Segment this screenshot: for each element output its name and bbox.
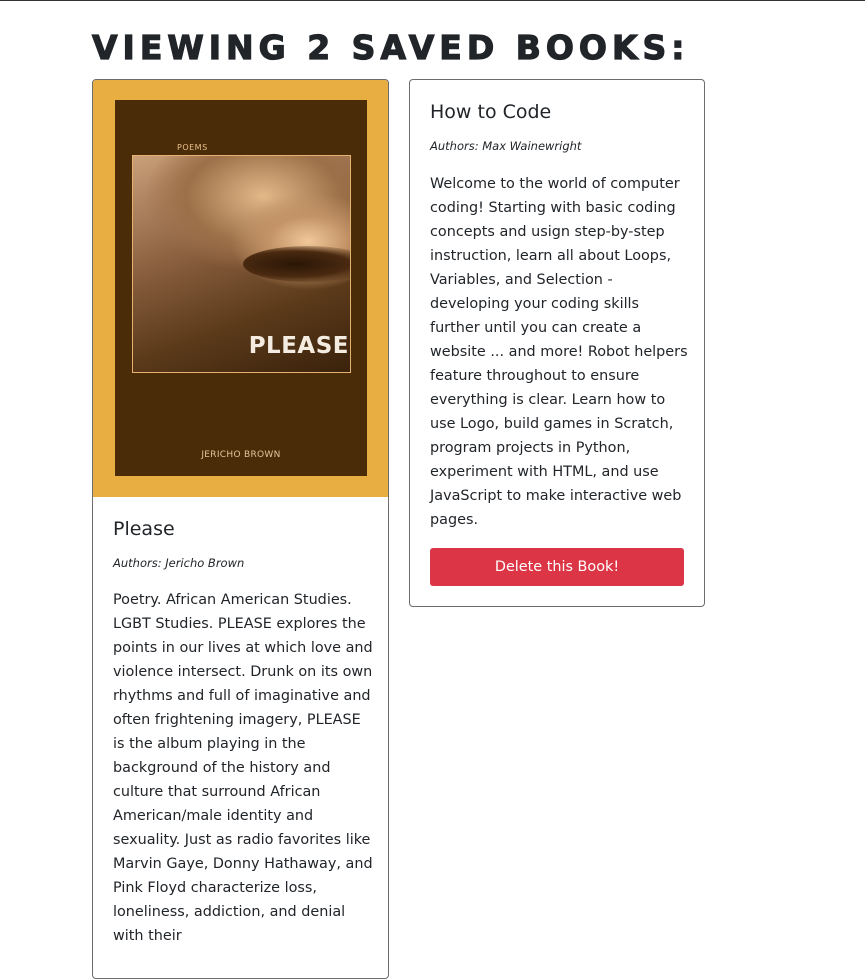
book-card-please: PLEASE POEMS JERICHO BROWN Please Author… xyxy=(92,79,389,979)
cover-series-label: POEMS xyxy=(177,143,208,152)
cover-author-text: JERICHO BROWN xyxy=(201,450,281,460)
page-title: Viewing 2 saved books: xyxy=(91,27,690,67)
book-description: Welcome to the world of computer coding!… xyxy=(430,176,688,528)
cover-title-text: PLEASE xyxy=(248,333,349,359)
book-title: How to Code xyxy=(430,101,552,123)
book-title: Please xyxy=(113,518,175,540)
book-cover-image: PLEASE POEMS JERICHO BROWN xyxy=(93,80,388,497)
top-divider xyxy=(0,0,865,1)
book-authors: Authors: Jericho Brown xyxy=(113,556,245,570)
book-authors: Authors: Max Wainewright xyxy=(430,139,582,153)
cover-lips-shape xyxy=(243,246,350,282)
cover-photo: PLEASE xyxy=(132,155,351,373)
book-card-how-to-code: How to Code Authors: Max Wainewright Wel… xyxy=(409,79,705,607)
cover-artwork: PLEASE POEMS JERICHO BROWN xyxy=(115,100,367,476)
book-description: Poetry. African American Studies. LGBT S… xyxy=(113,592,373,944)
delete-book-button[interactable]: Delete this Book! xyxy=(430,548,684,586)
